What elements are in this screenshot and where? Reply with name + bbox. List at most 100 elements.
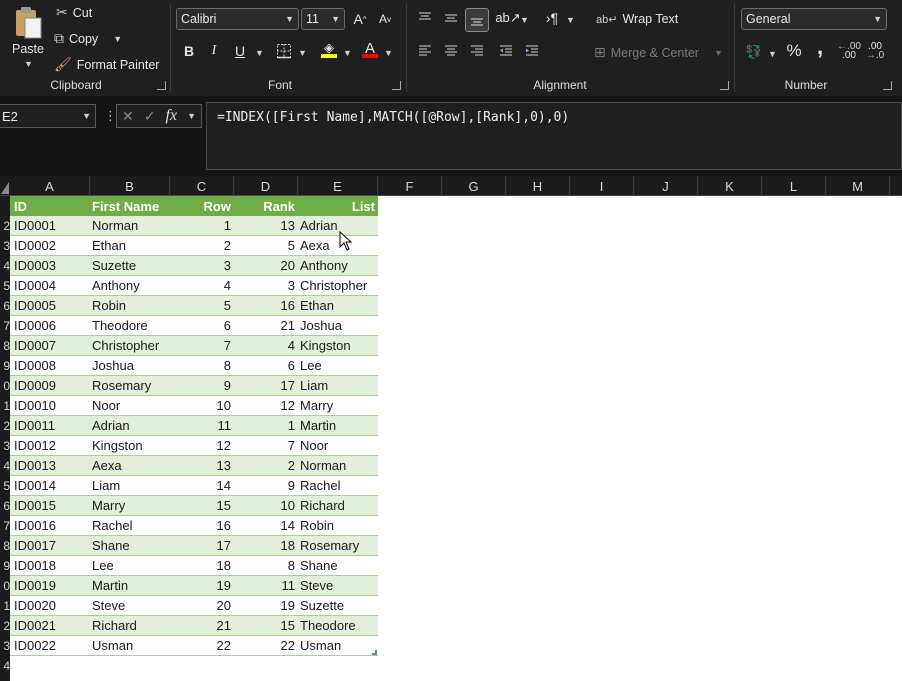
bottom-align-icon[interactable]: [465, 8, 489, 32]
table-cell[interactable]: ID0009: [10, 376, 90, 396]
table-cell[interactable]: ID0011: [10, 416, 90, 436]
table-cell[interactable]: 12: [234, 396, 298, 416]
row-header[interactable]: 5: [0, 276, 10, 296]
font-size-dropdown[interactable]: 11 ▼: [301, 8, 345, 30]
table-cell[interactable]: ID0022: [10, 636, 90, 656]
column-header-d[interactable]: D: [234, 176, 298, 196]
select-all-icon[interactable]: [0, 176, 10, 196]
table-cell[interactable]: Richard: [90, 616, 170, 636]
table-cell[interactable]: Rachel: [90, 516, 170, 536]
table-cell[interactable]: Noor: [90, 396, 170, 416]
table-cell[interactable]: 1: [234, 416, 298, 436]
table-cell[interactable]: 16: [170, 516, 234, 536]
table-cell[interactable]: 6: [170, 316, 234, 336]
table-cell[interactable]: 19: [234, 596, 298, 616]
table-cell[interactable]: 15: [170, 496, 234, 516]
row-header[interactable]: 4: [0, 656, 10, 676]
table-cell[interactable]: Ethan: [90, 236, 170, 256]
table-cell[interactable]: Joshua: [90, 356, 170, 376]
alignment-dialog-launcher[interactable]: [720, 81, 729, 90]
table-header-cell[interactable]: Rank: [234, 196, 298, 216]
table-cell[interactable]: 17: [234, 376, 298, 396]
table-cell[interactable]: 3: [234, 276, 298, 296]
column-header-g[interactable]: G: [442, 176, 506, 196]
table-cell[interactable]: Usman: [298, 636, 378, 656]
name-box[interactable]: E2 ▼: [0, 104, 96, 128]
table-cell[interactable]: Rosemary: [298, 536, 378, 556]
table-cell[interactable]: Ethan: [298, 296, 378, 316]
row-header[interactable]: 7: [0, 316, 10, 336]
table-cell[interactable]: Marry: [90, 496, 170, 516]
table-cell[interactable]: Anthony: [90, 276, 170, 296]
increase-decimal-button[interactable]: ←.00 .00: [837, 41, 861, 61]
table-cell[interactable]: Martin: [90, 576, 170, 596]
table-cell[interactable]: 9: [234, 476, 298, 496]
table-cell[interactable]: 21: [170, 616, 234, 636]
row-header[interactable]: 4: [0, 456, 10, 476]
table-cell[interactable]: ID0010: [10, 396, 90, 416]
table-cell[interactable]: 18: [170, 556, 234, 576]
table-cell[interactable]: 2: [234, 456, 298, 476]
row-header[interactable]: 3: [0, 636, 10, 656]
table-cell[interactable]: ID0001: [10, 216, 90, 236]
chevron-down-icon[interactable]: ▼: [566, 15, 575, 25]
table-cell[interactable]: 6: [234, 356, 298, 376]
table-cell[interactable]: ID0018: [10, 556, 90, 576]
table-cell[interactable]: Norman: [298, 456, 378, 476]
borders-icon[interactable]: [273, 41, 295, 61]
column-header-m[interactable]: M: [826, 176, 890, 196]
column-header-l[interactable]: L: [762, 176, 826, 196]
row-header[interactable]: 4: [0, 256, 10, 276]
table-cell[interactable]: 8: [234, 556, 298, 576]
table-cell[interactable]: 11: [234, 576, 298, 596]
chevron-down-icon[interactable]: ▼: [343, 48, 352, 58]
row-header[interactable]: 6: [0, 296, 10, 316]
table-cell[interactable]: 22: [170, 636, 234, 656]
column-header-c[interactable]: C: [170, 176, 234, 196]
table-cell[interactable]: 20: [170, 596, 234, 616]
row-header[interactable]: 1: [0, 396, 10, 416]
chevron-down-icon[interactable]: ▼: [298, 48, 307, 58]
table-cell[interactable]: 3: [170, 256, 234, 276]
row-header[interactable]: 2: [0, 616, 10, 636]
table-cell[interactable]: 9: [170, 376, 234, 396]
table-cell[interactable]: Shane: [298, 556, 378, 576]
worksheet-grid[interactable]: ID First Name Row Rank List ID0001 Norman 1 13 Ad…: [10, 196, 902, 681]
table-cell[interactable]: 13: [234, 216, 298, 236]
comma-style-button[interactable]: ,: [809, 34, 831, 59]
table-cell[interactable]: Theodore: [90, 316, 170, 336]
align-right-icon[interactable]: [466, 41, 488, 61]
column-header-h[interactable]: H: [506, 176, 570, 196]
table-cell[interactable]: 4: [234, 336, 298, 356]
row-header[interactable]: [0, 196, 10, 216]
row-header[interactable]: 8: [0, 336, 10, 356]
table-cell[interactable]: Suzette: [90, 256, 170, 276]
clipboard-dialog-launcher[interactable]: [157, 81, 166, 90]
column-header-i[interactable]: I: [570, 176, 634, 196]
cut-button[interactable]: ✂ Cut: [56, 4, 92, 21]
table-cell[interactable]: 21: [234, 316, 298, 336]
table-cell[interactable]: ID0003: [10, 256, 90, 276]
column-header-a[interactable]: A: [10, 176, 90, 196]
table-cell[interactable]: 2: [170, 236, 234, 256]
table-cell[interactable]: ID0019: [10, 576, 90, 596]
table-cell[interactable]: 22: [234, 636, 298, 656]
row-header[interactable]: 1: [0, 596, 10, 616]
align-center-icon[interactable]: [440, 41, 462, 61]
table-cell[interactable]: Liam: [298, 376, 378, 396]
row-header[interactable]: 6: [0, 496, 10, 516]
table-cell[interactable]: 16: [234, 296, 298, 316]
table-cell[interactable]: 14: [234, 516, 298, 536]
table-resize-handle[interactable]: [372, 650, 377, 655]
table-cell[interactable]: 7: [170, 336, 234, 356]
table-header-cell[interactable]: Row: [170, 196, 234, 216]
table-cell[interactable]: Steve: [298, 576, 378, 596]
table-cell[interactable]: 15: [234, 616, 298, 636]
chevron-down-icon[interactable]: ▼: [768, 49, 777, 59]
table-cell[interactable]: ID0015: [10, 496, 90, 516]
table-cell[interactable]: ID0008: [10, 356, 90, 376]
table-cell[interactable]: 7: [234, 436, 298, 456]
table-cell[interactable]: ID0006: [10, 316, 90, 336]
column-header-e[interactable]: E: [298, 176, 378, 196]
align-left-icon[interactable]: [414, 41, 436, 61]
